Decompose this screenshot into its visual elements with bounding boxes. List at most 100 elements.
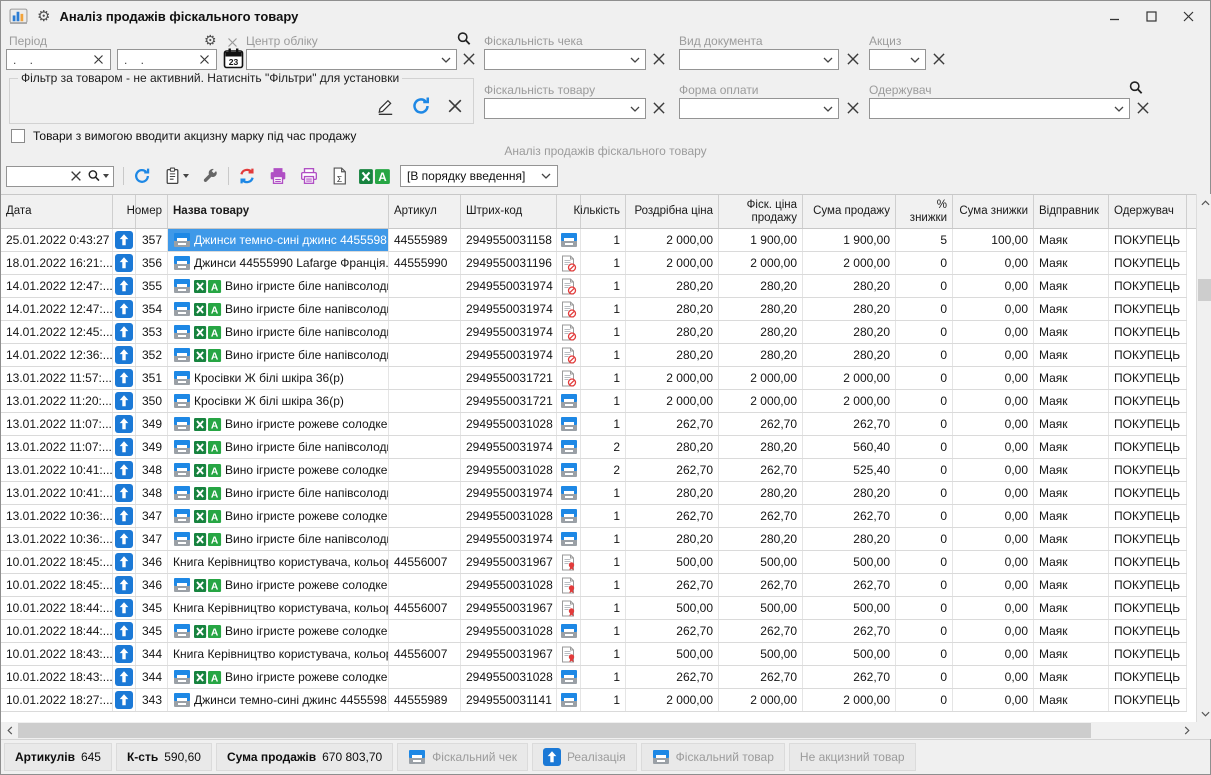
vertical-scrollbar[interactable]: [1196, 194, 1211, 722]
cell-product-name[interactable]: Книга Керівництво користувача, кольор...: [168, 597, 389, 619]
cell-product-name[interactable]: AВино ігристе біле напівсолодк...: [168, 321, 389, 343]
cell-product-name[interactable]: AВино ігристе біле напівсолодк...: [168, 528, 389, 550]
cell-product-name[interactable]: AВино ігристе біле напівсолодк...: [168, 298, 389, 320]
table-row[interactable]: 10.01.2022 18:43:...344Книга Керівництво…: [1, 643, 1187, 666]
fiscal-check-clear-icon[interactable]: [652, 52, 666, 66]
vertical-scrollbar-thumb[interactable]: [1198, 279, 1211, 301]
cell-product-name[interactable]: Книга Керівництво користувача, кольор...: [168, 551, 389, 573]
table-row[interactable]: 10.01.2022 18:43:...344AВино ігристе рож…: [1, 666, 1187, 689]
cell-product-name[interactable]: AВино ігристе біле напівсолодк...: [168, 436, 389, 458]
column-header-назва-товару[interactable]: Назва товару: [168, 195, 389, 228]
table-row[interactable]: 25.01.2022 0:43:27357Джинси темно-сині д…: [1, 229, 1187, 252]
clear-filter-icon[interactable]: [447, 98, 463, 114]
table-row[interactable]: 13.01.2022 10:41:...348AВино ігристе рож…: [1, 459, 1187, 482]
settings-gear-icon[interactable]: ⚙: [37, 9, 50, 24]
print-icon[interactable]: [269, 167, 287, 185]
horizontal-scrollbar[interactable]: [1, 722, 1211, 739]
column-header-штрих-код[interactable]: Штрих-код: [461, 195, 557, 228]
minimize-button[interactable]: [1096, 1, 1133, 31]
fiscal-check-combo[interactable]: [484, 49, 646, 70]
fiscal-goods-combo[interactable]: [484, 98, 646, 119]
doc-type-clear-icon[interactable]: [846, 52, 860, 66]
table-row[interactable]: 14.01.2022 12:45:...353AВино ігристе біл…: [1, 321, 1187, 344]
receiver-clear-icon[interactable]: [1136, 101, 1150, 115]
table-row[interactable]: 13.01.2022 11:20:...350Кросівки Ж білі ш…: [1, 390, 1187, 413]
clipboard-menu-icon[interactable]: [164, 167, 189, 185]
column-header-сума-продажу[interactable]: Сума продажу: [803, 195, 896, 228]
excise-combo[interactable]: [869, 49, 926, 70]
table-row[interactable]: 13.01.2022 10:36:...347AВино ігристе біл…: [1, 528, 1187, 551]
period-gear-icon[interactable]: ⚙: [204, 33, 217, 47]
cell-product-name[interactable]: AВино ігристе біле напівсолодк...: [168, 275, 389, 297]
cell-product-name[interactable]: Кросівки Ж білі шкіра 36(р): [168, 390, 389, 412]
center-combo[interactable]: [246, 49, 457, 70]
scroll-up-icon[interactable]: [1197, 194, 1211, 211]
cell-product-name[interactable]: Книга Керівництво користувача, кольор...: [168, 643, 389, 665]
scroll-right-icon[interactable]: [1178, 722, 1195, 739]
refresh-icon[interactable]: [133, 167, 151, 185]
close-button[interactable]: [1170, 1, 1207, 31]
payment-form-clear-icon[interactable]: [846, 101, 860, 115]
table-row[interactable]: 10.01.2022 18:45:...346Книга Керівництво…: [1, 551, 1187, 574]
table-row[interactable]: 13.01.2022 11:07:...349AВино ігристе рож…: [1, 413, 1187, 436]
center-clear-icon[interactable]: [462, 52, 476, 66]
table-row[interactable]: 10.01.2022 18:44:...345AВино ігристе рож…: [1, 620, 1187, 643]
search-clear-icon[interactable]: [70, 170, 82, 182]
fiscal-goods-clear-icon[interactable]: [652, 101, 666, 115]
scroll-down-icon[interactable]: [1197, 705, 1211, 722]
column-header-фіск-ціна-продажу[interactable]: Фіск. ціна продажу: [719, 195, 803, 228]
date-to-input[interactable]: . .: [117, 49, 217, 70]
cell-product-name[interactable]: AВино ігристе рожеве солодке ...: [168, 459, 389, 481]
date-from-clear-icon[interactable]: [93, 54, 104, 65]
column-header-артикул[interactable]: Артикул: [389, 195, 461, 228]
cell-product-name[interactable]: AВино ігристе рожеве солодке ...: [168, 620, 389, 642]
excise-mark-checkbox[interactable]: [11, 129, 25, 143]
column-header-дата[interactable]: Дата: [1, 195, 113, 228]
table-row[interactable]: 13.01.2022 11:57:...351Кросівки Ж білі ш…: [1, 367, 1187, 390]
column-header-одержувач[interactable]: Одержувач: [1109, 195, 1187, 228]
cell-product-name[interactable]: AВино ігристе рожеве солодке ...: [168, 574, 389, 596]
table-row[interactable]: 14.01.2022 12:36:...352AВино ігристе біл…: [1, 344, 1187, 367]
scroll-left-icon[interactable]: [1, 722, 18, 739]
table-row[interactable]: 10.01.2022 18:45:...346AВино ігристе рож…: [1, 574, 1187, 597]
cell-product-name[interactable]: AВино ігристе біле напівсолодк...: [168, 482, 389, 504]
table-row[interactable]: 14.01.2022 12:47:...355AВино ігристе біл…: [1, 275, 1187, 298]
receiver-search-icon[interactable]: [1128, 80, 1144, 96]
center-search-icon[interactable]: [456, 31, 472, 47]
column-header--знижки[interactable]: % знижки: [896, 195, 953, 228]
horizontal-scrollbar-thumb[interactable]: [18, 723, 1091, 738]
column-header-сума-знижки[interactable]: Сума знижки: [953, 195, 1034, 228]
sort-order-select[interactable]: [В порядку введення]: [400, 165, 558, 187]
cell-product-name[interactable]: Джинси темно-сині джинс 4455598...: [168, 689, 389, 711]
payment-form-combo[interactable]: [679, 98, 839, 119]
cell-product-name[interactable]: Кросівки Ж білі шкіра 36(р): [168, 367, 389, 389]
report-sigma-icon[interactable]: Σ: [331, 167, 348, 185]
cell-product-name[interactable]: AВино ігристе рожеве солодке ...: [168, 505, 389, 527]
doc-type-combo[interactable]: [679, 49, 839, 70]
wrench-icon[interactable]: [201, 167, 219, 185]
table-row[interactable]: 14.01.2022 12:47:...354AВино ігристе біл…: [1, 298, 1187, 321]
cell-product-name[interactable]: AВино ігристе рожеве солодке ...: [168, 666, 389, 688]
table-row[interactable]: 13.01.2022 10:36:...347AВино ігристе рож…: [1, 505, 1187, 528]
table-row[interactable]: 13.01.2022 10:41:...348AВино ігристе біл…: [1, 482, 1187, 505]
cell-product-name[interactable]: AВино ігристе біле напівсолодк...: [168, 344, 389, 366]
table-row[interactable]: 10.01.2022 18:27:...343Джинси темно-сині…: [1, 689, 1187, 712]
table-row[interactable]: 13.01.2022 11:07:...349AВино ігристе біл…: [1, 436, 1187, 459]
cell-product-name[interactable]: Джинси 44555990 Lafarge Франція...: [168, 252, 389, 274]
column-header-кількість[interactable]: Кількість: [581, 195, 626, 228]
date-to-clear-icon[interactable]: [199, 54, 210, 65]
edit-filter-pencil-icon[interactable]: [376, 97, 395, 116]
cell-product-name[interactable]: Джинси темно-сині джинс 4455598...: [168, 229, 389, 251]
calendar-icon[interactable]: 23: [222, 47, 245, 70]
search-input[interactable]: [6, 166, 114, 187]
date-from-input[interactable]: . .: [6, 49, 111, 70]
column-header-номер[interactable]: Номер: [136, 195, 168, 228]
excise-clear-icon[interactable]: [932, 52, 946, 66]
cell-product-name[interactable]: AВино ігристе рожеве солодке ...: [168, 413, 389, 435]
refresh-data-icon[interactable]: [238, 167, 256, 185]
column-header-роздрібна-ціна[interactable]: Роздрібна ціна: [626, 195, 719, 228]
maximize-button[interactable]: [1133, 1, 1170, 31]
refresh-filter-icon[interactable]: [411, 96, 431, 116]
table-row[interactable]: 18.01.2022 16:21:...356Джинси 44555990 L…: [1, 252, 1187, 275]
search-icon[interactable]: [87, 169, 109, 183]
